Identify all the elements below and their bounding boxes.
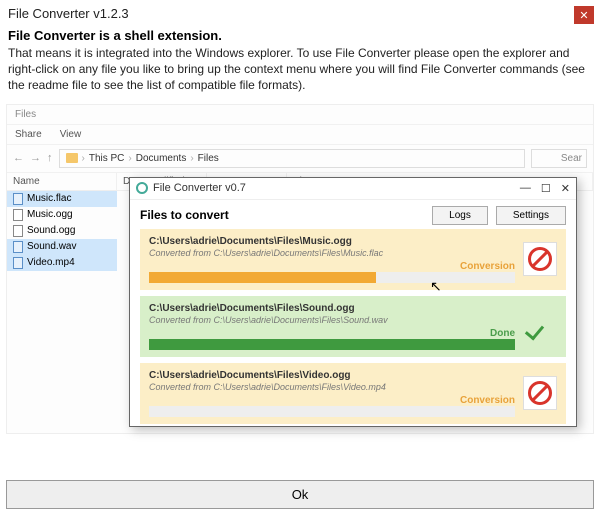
check-icon xyxy=(527,317,553,335)
file-name: Music.flac xyxy=(27,193,71,204)
cancel-button[interactable] xyxy=(523,242,557,276)
explorer-tab-view[interactable]: View xyxy=(60,129,82,140)
progress-bar xyxy=(149,339,515,350)
job-status: Conversion xyxy=(455,395,515,406)
cancel-icon xyxy=(528,381,552,405)
file-row[interactable]: Music.ogg xyxy=(7,207,117,223)
explorer-tab-share[interactable]: Share xyxy=(15,129,42,140)
explorer-title: Files xyxy=(7,105,593,125)
close-button[interactable]: ✕ xyxy=(574,6,594,24)
logs-button[interactable]: Logs xyxy=(432,206,488,225)
file-name: Sound.ogg xyxy=(27,225,75,236)
job-status: Done xyxy=(455,328,515,339)
nav-up-icon[interactable]: ↑ xyxy=(47,152,53,164)
progress-bar xyxy=(149,272,515,283)
conversion-job: C:\Users\adrie\Documents\Files\Music.ogg… xyxy=(140,229,566,290)
breadcrumb-seg-0: This PC xyxy=(89,153,125,164)
minimize-button[interactable]: — xyxy=(520,182,531,195)
explorer-window: Files Share View ← → ↑ › This PC › Docum… xyxy=(6,104,594,434)
intro-heading: File Converter is a shell extension. xyxy=(8,28,590,43)
file-row[interactable]: Music.flac xyxy=(7,191,117,207)
file-name: Video.mp4 xyxy=(27,257,75,268)
job-path: C:\Users\adrie\Documents\Files\Sound.ogg xyxy=(149,303,515,314)
job-status: Conversion xyxy=(455,261,515,272)
converter-app-icon xyxy=(136,182,148,194)
app-title: File Converter v1.2.3 xyxy=(8,6,129,21)
ok-button[interactable]: Ok xyxy=(6,480,594,509)
conversion-job: C:\Users\adrie\Documents\Files\Sound.ogg… xyxy=(140,296,566,357)
file-icon xyxy=(13,209,23,221)
job-path: C:\Users\adrie\Documents\Files\Music.ogg xyxy=(149,236,515,247)
col-name[interactable]: Name xyxy=(7,173,117,190)
converter-heading: Files to convert xyxy=(140,208,229,222)
intro-body: That means it is integrated into the Win… xyxy=(8,45,590,94)
breadcrumb-seg-2: Files xyxy=(198,153,219,164)
maximize-button[interactable]: ☐ xyxy=(541,182,551,195)
breadcrumb-seg-1: Documents xyxy=(136,153,187,164)
nav-fwd-icon[interactable]: → xyxy=(30,152,41,164)
file-icon xyxy=(13,241,23,253)
progress-bar xyxy=(149,406,515,417)
file-row[interactable]: Sound.wav xyxy=(7,239,117,255)
close-window-button[interactable]: ✕ xyxy=(561,182,570,195)
file-row[interactable]: Video.mp4 xyxy=(7,255,117,271)
done-indicator xyxy=(523,309,557,343)
settings-button[interactable]: Settings xyxy=(496,206,566,225)
file-name: Sound.wav xyxy=(27,241,76,252)
job-source: Converted from C:\Users\adrie\Documents\… xyxy=(149,315,515,325)
converter-window: File Converter v0.7 — ☐ ✕ Files to conve… xyxy=(129,177,577,427)
file-row[interactable]: Sound.ogg xyxy=(7,223,117,239)
file-icon xyxy=(13,193,23,205)
job-source: Converted from C:\Users\adrie\Documents\… xyxy=(149,248,515,258)
file-icon xyxy=(13,225,23,237)
job-source: Converted from C:\Users\adrie\Documents\… xyxy=(149,382,515,392)
conversion-job: C:\Users\adrie\Documents\Files\Video.ogg… xyxy=(140,363,566,424)
breadcrumb[interactable]: › This PC › Documents › Files xyxy=(59,149,526,168)
cancel-icon xyxy=(528,247,552,271)
file-icon xyxy=(13,257,23,269)
cancel-button[interactable] xyxy=(523,376,557,410)
folder-icon xyxy=(66,153,78,163)
converter-title: File Converter v0.7 xyxy=(153,182,246,194)
nav-back-icon[interactable]: ← xyxy=(13,152,24,164)
job-path: C:\Users\adrie\Documents\Files\Video.ogg xyxy=(149,370,515,381)
file-name: Music.ogg xyxy=(27,209,73,220)
search-input[interactable]: Sear xyxy=(531,149,587,168)
